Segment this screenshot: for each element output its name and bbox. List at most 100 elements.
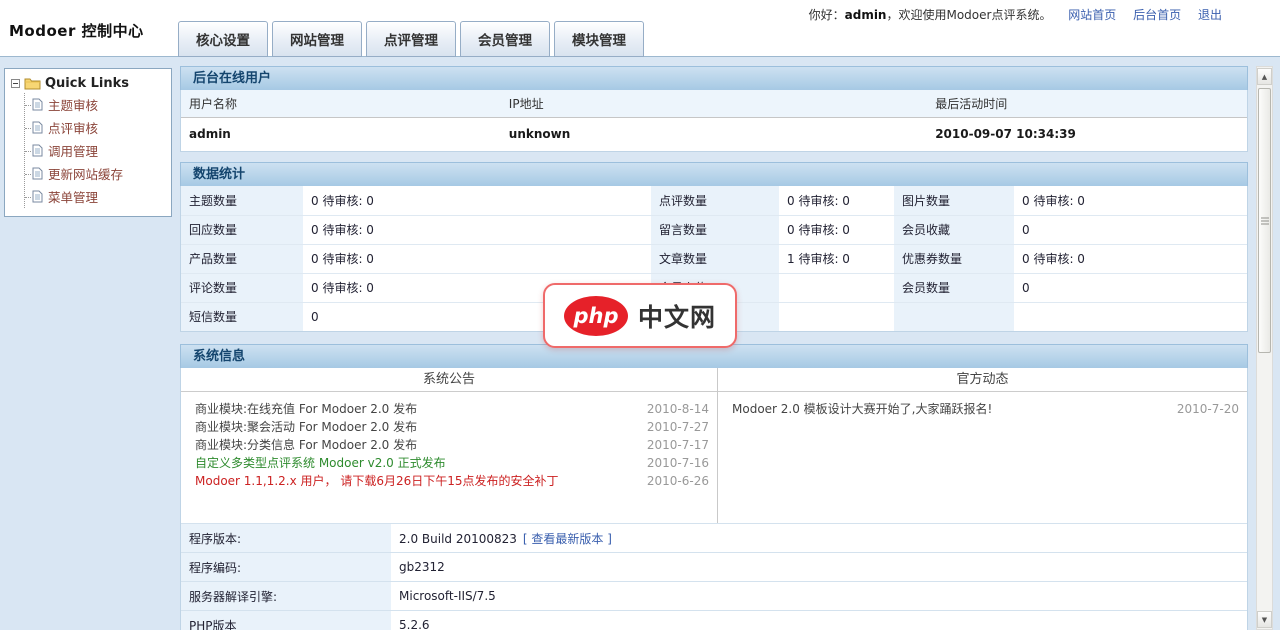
- announcement-text: Modoer 1.1,1.2.x 用户， 请下载6月26日下午15点发布的安全补…: [195, 472, 559, 490]
- sidebar-item-label: 菜单管理: [48, 187, 98, 206]
- user-bar: 你好：admin，欢迎使用Modoer点评系统。 网站首页 后台首页 退出: [809, 6, 1222, 23]
- sidebar-item-topic-audit[interactable]: 主题审核: [25, 93, 167, 116]
- stat-value: 0 待审核: 0: [1014, 186, 1247, 215]
- greeting-prefix: 你好：: [809, 8, 845, 22]
- tab-review-manage[interactable]: 点评管理: [366, 21, 456, 57]
- announcement-text: 自定义多类型点评系统 Modoer v2.0 正式发布: [195, 454, 446, 472]
- announcement-date: 2010-7-17: [637, 436, 709, 454]
- stat-value: 0 待审核: 0: [1014, 244, 1247, 273]
- greeting-suffix: ，欢迎使用Modoer点评系统。: [886, 8, 1051, 22]
- online-users-title: 后台在线用户: [180, 66, 1248, 90]
- logout-link[interactable]: 退出: [1198, 8, 1222, 22]
- tab-site-manage[interactable]: 网站管理: [272, 21, 362, 57]
- sidebar-item-menu-manage[interactable]: 菜单管理: [25, 185, 167, 208]
- stat-label: 图片数量: [894, 186, 1014, 215]
- announcement-date: 2010-7-27: [637, 418, 709, 436]
- sidebar-item-call-manage[interactable]: 调用管理: [25, 139, 167, 162]
- announcement-text: 商业模块:聚会活动 For Modoer 2.0 发布: [195, 418, 417, 436]
- scroll-up-icon[interactable]: ▲: [1257, 68, 1272, 85]
- online-last-active: 2010-09-07 10:34:39: [927, 117, 1247, 151]
- collapse-icon[interactable]: [11, 79, 20, 88]
- news-text: Modoer 2.0 模板设计大赛开始了,大家踊跃报名!: [732, 400, 992, 418]
- quick-links-panel: Quick Links 主题审核 点评审核 调用管理 更新网站缓存 菜单管理: [4, 68, 172, 217]
- tab-core-settings[interactable]: 核心设置: [178, 21, 268, 57]
- sidebar-item-label: 主题审核: [48, 95, 98, 114]
- table-row: 程序版本: 2.0 Build 20100823 [ 查看最新版本 ]: [181, 524, 1247, 553]
- col-username: 用户名称: [181, 90, 501, 117]
- announcement-item[interactable]: Modoer 1.1,1.2.x 用户， 请下载6月26日下午15点发布的安全补…: [195, 472, 709, 490]
- program-version: 2.0 Build 20100823: [399, 532, 517, 546]
- online-ip: unknown: [501, 117, 927, 151]
- scrollbar-grip: [1261, 217, 1269, 224]
- site-home-link[interactable]: 网站首页: [1068, 8, 1116, 22]
- scrollbar-thumb[interactable]: [1258, 88, 1271, 353]
- stat-label: 点评数量: [651, 186, 779, 215]
- stat-label: 优惠券数量: [894, 244, 1014, 273]
- stat-label: 回应数量: [181, 215, 303, 244]
- table-row: admin unknown 2010-09-07 10:34:39: [181, 117, 1247, 151]
- sidebar-item-update-cache[interactable]: 更新网站缓存: [25, 162, 167, 185]
- admin-home-link[interactable]: 后台首页: [1133, 8, 1181, 22]
- stat-value: [779, 273, 894, 302]
- announcement-date: 2010-6-26: [637, 472, 709, 490]
- program-encoding: gb2312: [391, 553, 1247, 582]
- stat-label: 产品数量: [181, 244, 303, 273]
- top-bar: Modoer 控制中心 你好：admin，欢迎使用Modoer点评系统。 网站首…: [0, 0, 1280, 57]
- table-row: 产品数量 0 待审核: 0 文章数量 1 待审核: 0 优惠券数量 0 待审核:…: [181, 244, 1247, 273]
- announcement-text: 商业模块:在线充值 For Modoer 2.0 发布: [195, 400, 417, 418]
- announcements-heading: 系统公告: [181, 368, 717, 392]
- stat-value: [779, 302, 894, 331]
- username: admin: [845, 8, 887, 22]
- document-icon: [32, 190, 43, 203]
- table-header-row: 用户名称 IP地址 最后活动时间: [181, 90, 1247, 117]
- watermark-text: 中文网: [638, 298, 716, 334]
- col-ip: IP地址: [501, 90, 927, 117]
- stat-label: 主题数量: [181, 186, 303, 215]
- vertical-scrollbar[interactable]: ▲ ▼: [1256, 66, 1273, 630]
- sidebar-item-label: 点评审核: [48, 118, 98, 137]
- system-info-panel: 系统信息 系统公告 商业模块:在线充值 For Modoer 2.0 发布 20…: [180, 344, 1248, 630]
- news-date: 2010-7-20: [1167, 400, 1239, 418]
- info-label: 服务器解译引擎:: [181, 582, 391, 611]
- document-icon: [32, 98, 43, 111]
- announcement-item[interactable]: 商业模块:分类信息 For Modoer 2.0 发布 2010-7-17: [195, 436, 709, 454]
- stat-label: 会员数量: [894, 273, 1014, 302]
- official-news-column: 官方动态 Modoer 2.0 模板设计大赛开始了,大家踊跃报名! 2010-7…: [718, 368, 1247, 523]
- document-icon: [32, 167, 43, 180]
- announcements-column: 系统公告 商业模块:在线充值 For Modoer 2.0 发布 2010-8-…: [181, 368, 718, 523]
- stat-label: [894, 302, 1014, 331]
- announcement-item[interactable]: 自定义多类型点评系统 Modoer v2.0 正式发布 2010-7-16: [195, 454, 709, 472]
- table-row: 主题数量 0 待审核: 0 点评数量 0 待审核: 0 图片数量 0 待审核: …: [181, 186, 1247, 215]
- quick-links-list: 主题审核 点评审核 调用管理 更新网站缓存 菜单管理: [24, 93, 167, 208]
- announcement-item[interactable]: 商业模块:聚会活动 For Modoer 2.0 发布 2010-7-27: [195, 418, 709, 436]
- announcement-item[interactable]: 商业模块:在线充值 For Modoer 2.0 发布 2010-8-14: [195, 400, 709, 418]
- scroll-down-icon[interactable]: ▼: [1257, 611, 1272, 628]
- tab-member-manage[interactable]: 会员管理: [460, 21, 550, 57]
- announcement-date: 2010-7-16: [637, 454, 709, 472]
- stat-label: 文章数量: [651, 244, 779, 273]
- online-users-table: 用户名称 IP地址 最后活动时间 admin unknown 2010-09-0…: [181, 90, 1247, 151]
- online-users-panel: 后台在线用户 用户名称 IP地址 最后活动时间 admin unknown 20…: [180, 66, 1248, 152]
- stat-value: 0: [1014, 273, 1247, 302]
- official-news-heading: 官方动态: [718, 368, 1247, 392]
- news-item[interactable]: Modoer 2.0 模板设计大赛开始了,大家踊跃报名! 2010-7-20: [732, 400, 1239, 418]
- tree-root[interactable]: Quick Links: [11, 76, 167, 91]
- sidebar-item-review-audit[interactable]: 点评审核: [25, 116, 167, 139]
- stat-label: 会员收藏: [894, 215, 1014, 244]
- stat-value: 0 待审核: 0: [779, 186, 894, 215]
- stat-label: 留言数量: [651, 215, 779, 244]
- php-cn-watermark: php 中文网: [543, 283, 737, 348]
- stat-value: 0 待审核: 0: [303, 186, 651, 215]
- document-icon: [32, 121, 43, 134]
- tab-module-manage[interactable]: 模块管理: [554, 21, 644, 57]
- sidebar-item-label: 更新网站缓存: [48, 164, 123, 183]
- info-label: 程序版本:: [181, 524, 391, 553]
- stat-value: 0 待审核: 0: [303, 244, 651, 273]
- announcement-date: 2010-8-14: [637, 400, 709, 418]
- server-info-table: 程序版本: 2.0 Build 20100823[ 查看最新版本 ] 程序编码:…: [181, 523, 1247, 630]
- page-title: Modoer 控制中心: [9, 20, 144, 41]
- check-latest-version-link[interactable]: [ 查看最新版本 ]: [523, 532, 612, 546]
- table-row: 服务器解译引擎: Microsoft-IIS/7.5: [181, 582, 1247, 611]
- online-username: admin: [181, 117, 501, 151]
- tree-root-label: Quick Links: [45, 76, 129, 91]
